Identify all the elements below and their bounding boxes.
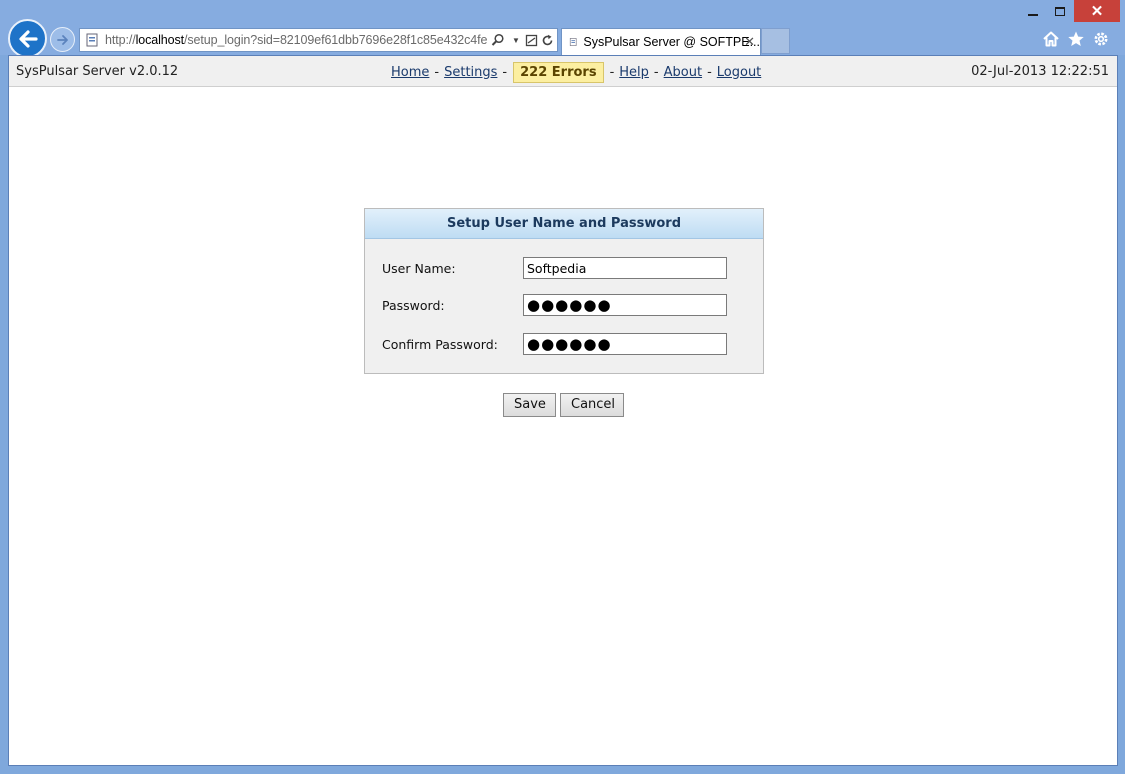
forward-button[interactable] <box>50 27 75 52</box>
page-viewport: SysPulsar Server v2.0.12 Home - Settings… <box>8 55 1118 766</box>
refresh-icon[interactable] <box>539 32 555 48</box>
save-button[interactable]: Save <box>503 393 556 417</box>
nav-home-link[interactable]: Home <box>391 65 429 80</box>
close-icon: ✕ <box>1090 2 1104 20</box>
maximize-button[interactable] <box>1046 0 1074 22</box>
confirm-password-label: Confirm Password: <box>382 337 498 352</box>
nav-separator: - <box>434 64 440 80</box>
tab-syspulsar[interactable]: SysPulsar Server @ SOFTPE... ✕ <box>561 28 761 55</box>
url-path: /setup_login?sid=82109ef61dbb7696e28f1c8… <box>184 33 488 47</box>
minimize-button[interactable] <box>1018 0 1048 22</box>
confirm-password-input[interactable] <box>523 333 727 355</box>
url-host: localhost <box>135 33 185 47</box>
app-header: SysPulsar Server v2.0.12 Home - Settings… <box>9 56 1117 87</box>
compat-icon[interactable] <box>523 32 539 48</box>
main-nav: Home - Settings - 222 Errors - Help - Ab… <box>391 60 761 84</box>
address-url[interactable]: http://localhost/setup_login?sid=82109ef… <box>105 33 487 47</box>
username-row: User Name: <box>382 257 748 279</box>
nav-separator: - <box>707 64 712 80</box>
password-input[interactable] <box>523 294 727 316</box>
browser-chrome: ✕ http://localhost/setup_login?sid=82109… <box>0 0 1125 58</box>
password-label: Password: <box>382 298 445 313</box>
nav-help-link[interactable]: Help <box>619 65 649 80</box>
url-scheme: http:// <box>105 33 136 47</box>
back-icon <box>18 29 38 48</box>
setup-credentials-panel: Setup User Name and Password User Name: … <box>364 208 764 374</box>
nav-separator: - <box>502 64 508 80</box>
home-icon[interactable] <box>1041 29 1061 49</box>
maximize-icon <box>1055 6 1065 16</box>
nav-settings-link[interactable]: Settings <box>444 65 497 80</box>
nav-separator: - <box>609 64 615 80</box>
confirm-password-row: Confirm Password: <box>382 333 748 355</box>
address-bar[interactable]: http://localhost/setup_login?sid=82109ef… <box>79 28 558 52</box>
back-button[interactable] <box>8 19 47 58</box>
minimize-icon <box>1028 14 1038 16</box>
errors-badge[interactable]: 222 Errors <box>513 61 604 83</box>
favorites-icon[interactable] <box>1066 29 1086 49</box>
cancel-button[interactable]: Cancel <box>560 393 624 417</box>
tools-icon[interactable] <box>1091 29 1111 49</box>
username-label: User Name: <box>382 261 456 276</box>
panel-title: Setup User Name and Password <box>365 209 763 239</box>
username-input[interactable] <box>523 257 727 279</box>
page-icon <box>86 33 98 47</box>
search-icon[interactable] <box>490 32 506 48</box>
page-icon <box>569 38 577 46</box>
nav-about-link[interactable]: About <box>664 65 702 80</box>
nav-logout-link[interactable]: Logout <box>717 65 762 80</box>
server-datetime: 02-Jul-2013 12:22:51 <box>971 64 1109 79</box>
close-window-button[interactable]: ✕ <box>1074 0 1120 22</box>
nav-separator: - <box>653 64 659 80</box>
tab-close-icon[interactable]: ✕ <box>744 34 755 50</box>
app-title: SysPulsar Server v2.0.12 <box>16 64 179 79</box>
new-tab-button[interactable] <box>761 28 790 54</box>
tab-title: SysPulsar Server @ SOFTPE... <box>583 35 760 49</box>
chevron-down-icon[interactable]: ▼ <box>508 32 524 48</box>
password-row: Password: <box>382 294 748 316</box>
forward-icon <box>56 34 68 45</box>
